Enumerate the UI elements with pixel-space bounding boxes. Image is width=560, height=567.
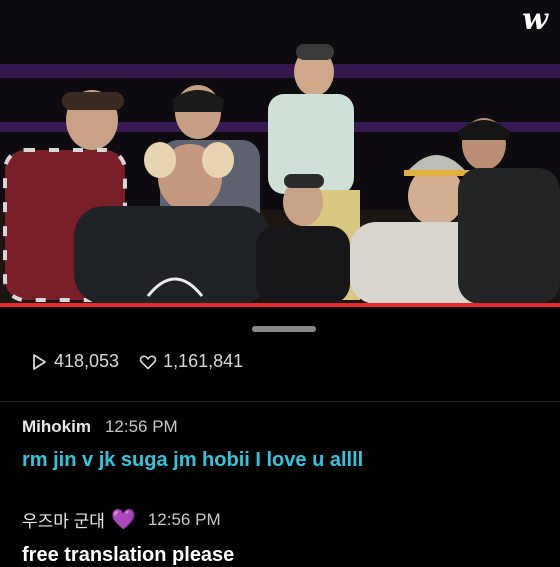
stats-row: 418,053 1,161,841	[30, 351, 263, 372]
comment-item: Mihokim 12:56 PM rm jin v jk suga jm hob…	[22, 417, 363, 472]
comment-text: free translation please	[22, 544, 235, 566]
live-video-player[interactable]: w	[0, 0, 560, 304]
comment-time: 12:56 PM	[104, 417, 178, 436]
comment-meta: Mihokim 12:56 PM	[22, 417, 363, 437]
play-count-value: 418,053	[54, 351, 120, 371]
like-count[interactable]: 1,161,841	[139, 351, 243, 372]
weverse-logo: w	[522, 2, 548, 37]
play-count: 418,053	[30, 351, 119, 372]
comment-meta: 우즈마 군대 💜 12:56 PM	[22, 507, 234, 532]
comment-time: 12:56 PM	[147, 509, 221, 529]
purple-heart-icon: 💜	[110, 509, 136, 531]
comment-item: 우즈마 군대 💜 12:56 PM free translation pleas…	[22, 507, 234, 567]
video-frame	[0, 0, 560, 304]
comment-username[interactable]: Mihokim	[22, 417, 91, 437]
comment-panel: 418,053 1,161,841 Mihokim 12:56 PM rm ji…	[0, 307, 560, 566]
heart-icon	[139, 354, 157, 369]
like-count-value: 1,161,841	[163, 351, 244, 371]
play-icon	[33, 353, 46, 370]
comment-text: rm jin v jk suga jm hobii I love u allll	[22, 449, 364, 471]
comment-username[interactable]: 우즈마 군대	[22, 507, 105, 532]
divider	[0, 401, 560, 402]
drag-handle[interactable]	[252, 326, 316, 332]
